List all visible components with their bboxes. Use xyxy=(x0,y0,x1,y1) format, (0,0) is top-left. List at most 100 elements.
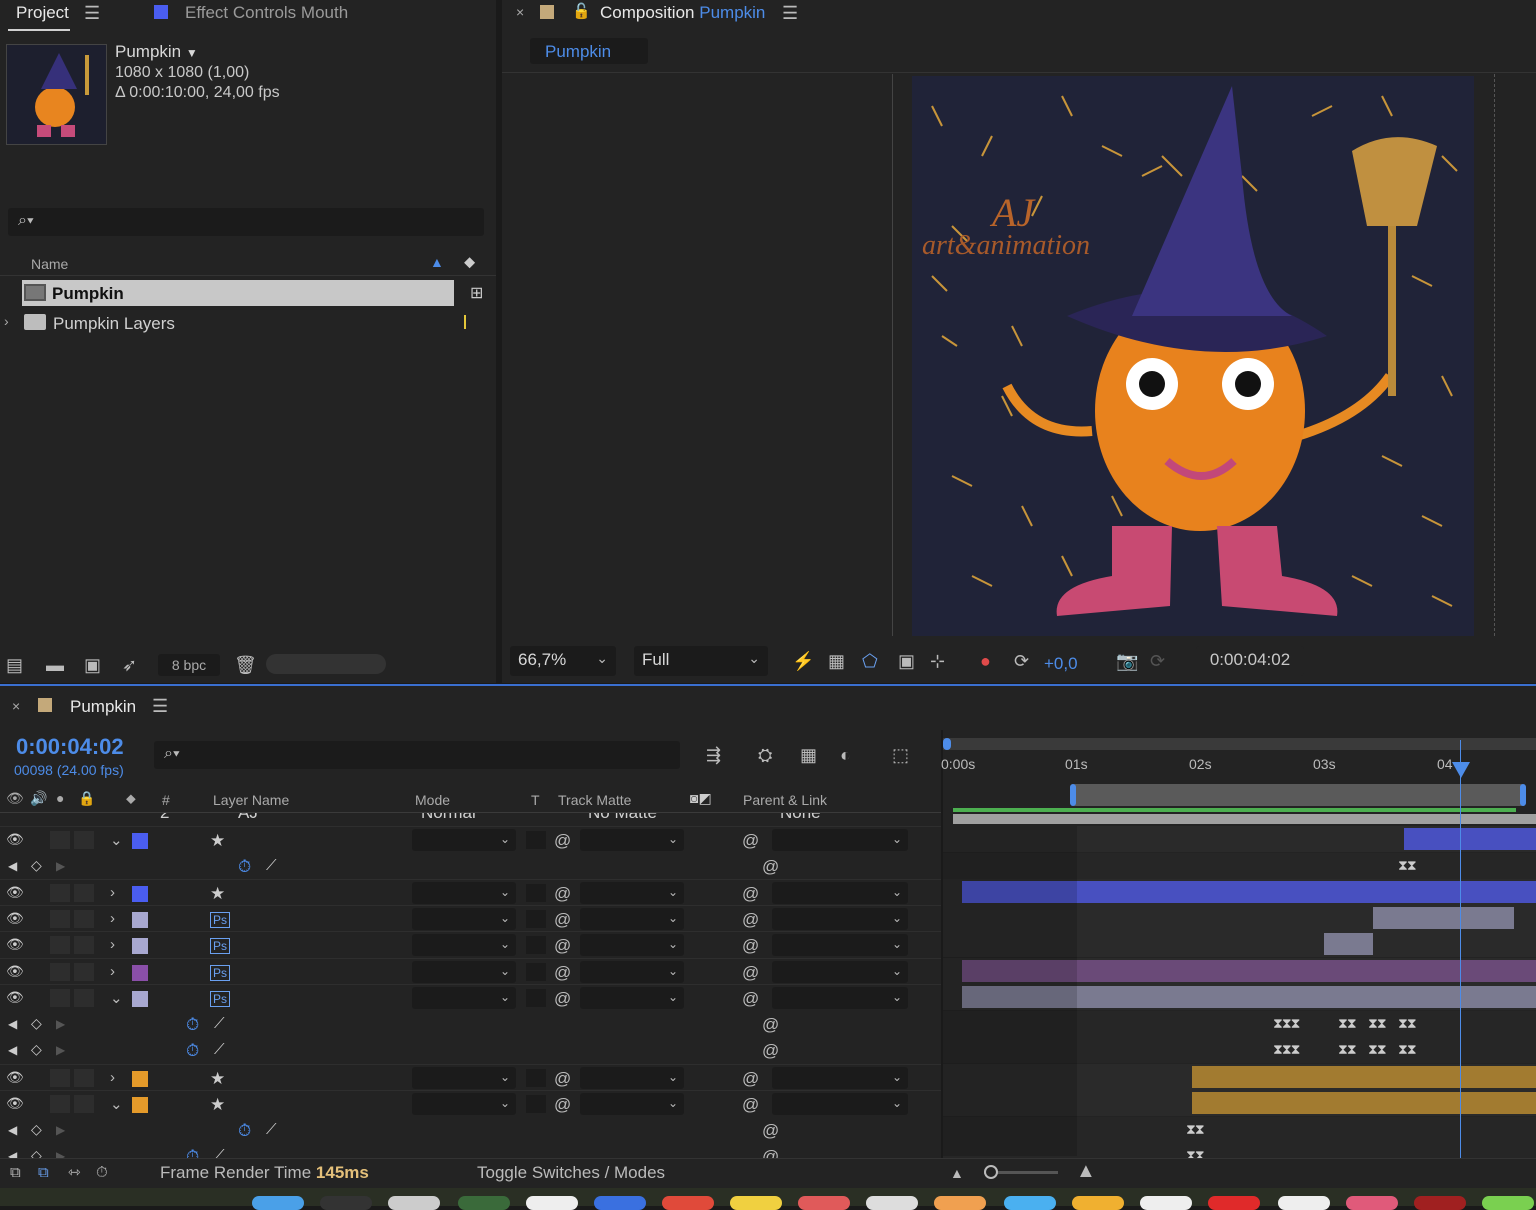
track-matte-dropdown[interactable]: ⌄ xyxy=(580,987,684,1009)
keyframe-marker[interactable]: ⧗⧗⧗ xyxy=(1273,1015,1301,1032)
label-column-icon[interactable]: ⬥ xyxy=(126,790,136,807)
project-item-pumpkin-layers[interactable]: › Pumpkin Layers xyxy=(0,310,466,336)
dock-app-icon[interactable] xyxy=(252,1196,304,1210)
comp-subtab[interactable]: Pumpkin xyxy=(530,38,648,64)
render-time-icon[interactable]: ⏱ xyxy=(96,1164,108,1182)
chevron-right-icon[interactable]: › xyxy=(110,936,115,953)
label-color-swatch[interactable] xyxy=(132,938,148,954)
work-area-bar[interactable] xyxy=(1070,784,1526,806)
project-search-input[interactable]: ⌕▾ xyxy=(8,208,484,236)
track-matte-dropdown[interactable]: ⌄ xyxy=(580,882,684,904)
layer-switches-icon[interactable]: ⧉ xyxy=(10,1164,21,1182)
close-icon[interactable]: × xyxy=(516,4,524,20)
parent-dropdown[interactable]: ⌄ xyxy=(772,961,908,983)
column-num[interactable]: # xyxy=(162,792,170,808)
chevron-right-icon[interactable]: › xyxy=(110,1069,115,1086)
graph-icon[interactable]: ⟋ xyxy=(214,1041,225,1058)
chevron-right-icon[interactable]: › xyxy=(110,910,115,927)
keyframe-marker[interactable]: ⧗⧗ xyxy=(1398,857,1417,874)
parent-dropdown[interactable]: ⌄ xyxy=(772,934,908,956)
visibility-eye-icon[interactable]: 👁 xyxy=(6,831,24,848)
keyframe-marker[interactable]: ⧗⧗⧗ xyxy=(1273,1041,1301,1058)
solo-box[interactable] xyxy=(50,884,70,902)
add-keyframe-icon[interactable]: ◇ xyxy=(31,857,42,874)
dock-app-icon[interactable] xyxy=(388,1196,440,1210)
color-management-icon[interactable]: ⟳ xyxy=(1014,652,1029,670)
t-checkbox[interactable] xyxy=(526,1069,546,1087)
layer-row[interactable]: 👁 ⌄ Ps ⌄ @ ⌄ @ ⌄ xyxy=(0,984,941,1010)
in-out-icon[interactable]: ⇿ xyxy=(68,1164,81,1182)
dock-app-icon[interactable] xyxy=(1482,1196,1534,1210)
parent-pickwhip-icon[interactable]: @ xyxy=(742,1069,759,1089)
chevron-down-icon[interactable]: ⌄ xyxy=(110,831,123,849)
visibility-eye-icon[interactable]: 👁 xyxy=(6,1095,24,1112)
parent-dropdown[interactable]: ⌄ xyxy=(772,1093,908,1115)
comp-timecode[interactable]: 0:00:04:02 xyxy=(1196,646,1304,676)
audio-speaker-icon[interactable]: 🔊 xyxy=(30,790,47,807)
dock-app-icon[interactable] xyxy=(1414,1196,1466,1210)
mode-dropdown[interactable]: ⌄ xyxy=(412,882,516,904)
property-row[interactable]: ◀ ◇ ▶ ⏱ ⟋ @ xyxy=(0,1117,941,1143)
project-panel-menu-icon[interactable]: ☰ xyxy=(84,3,100,24)
matte-toggle-icon[interactable]: ◙◩ xyxy=(690,790,712,807)
grid-guides-icon[interactable]: ⊹ xyxy=(930,652,945,670)
sort-ascending-icon[interactable]: ▲ xyxy=(430,254,444,270)
layer-row[interactable]: 👁 ⌄ ★ ⌄ @ ⌄ @ ⌄ xyxy=(0,826,941,852)
frame-blending-icon[interactable]: ▦ xyxy=(800,746,817,764)
label-color-swatch[interactable] xyxy=(132,1097,148,1113)
layer-duration-bar[interactable] xyxy=(1373,907,1515,929)
dock-app-icon[interactable] xyxy=(1278,1196,1330,1210)
comp-viewer[interactable]: AJ art&animation xyxy=(502,74,1536,636)
close-icon[interactable]: × xyxy=(12,698,20,714)
render-queue-icon[interactable]: ➶ xyxy=(122,656,137,674)
solo-box[interactable] xyxy=(50,936,70,954)
tab-timeline-pumpkin[interactable]: Pumpkin xyxy=(70,697,136,717)
track-matte-dropdown[interactable]: ⌄ xyxy=(580,934,684,956)
property-row[interactable]: ◀ ◇ ▶ ⏱ ⟋ @ xyxy=(0,853,941,879)
stopwatch-icon[interactable]: ⏱ xyxy=(238,857,251,877)
visibility-eye-icon[interactable]: 👁 xyxy=(6,989,24,1006)
parent-pickwhip-icon[interactable]: @ xyxy=(742,936,759,956)
prev-keyframe-icon[interactable]: ◀ xyxy=(8,1043,17,1057)
layer-row[interactable]: 👁 › ★ ⌄ @ ⌄ @ ⌄ xyxy=(0,879,941,905)
timeline-search-input[interactable]: ⌕▾ xyxy=(154,741,680,769)
mode-dropdown[interactable]: ⌄ xyxy=(412,987,516,1009)
stopwatch-icon[interactable]: ⏱ xyxy=(186,1041,199,1061)
next-keyframe-icon[interactable]: ▶ xyxy=(56,1043,65,1057)
exposure-value[interactable]: +0,0 xyxy=(1044,654,1078,674)
dock-app-icon[interactable] xyxy=(1208,1196,1260,1210)
snapshot-camera-icon[interactable]: 📷 xyxy=(1116,652,1138,670)
column-name[interactable]: Name xyxy=(31,256,68,272)
t-checkbox[interactable] xyxy=(526,963,546,981)
label-color-swatch[interactable] xyxy=(132,912,148,928)
t-checkbox[interactable] xyxy=(526,884,546,902)
prev-keyframe-icon[interactable]: ◀ xyxy=(8,1017,17,1031)
expression-pickwhip-icon[interactable]: @ xyxy=(762,1041,779,1061)
column-mode[interactable]: Mode xyxy=(415,792,450,808)
label-color-swatch[interactable] xyxy=(132,1071,148,1087)
graph-icon[interactable]: ⟋ xyxy=(214,1015,225,1032)
mode-dropdown[interactable]: ⌄ xyxy=(412,961,516,983)
parent-dropdown[interactable]: ⌄ xyxy=(772,908,908,930)
matte-pickwhip-icon[interactable]: @ xyxy=(554,1069,571,1089)
visibility-eye-icon[interactable]: 👁 xyxy=(6,963,24,980)
bpc-button[interactable]: 8 bpc xyxy=(158,654,220,676)
video-eye-icon[interactable]: 👁 xyxy=(6,790,24,807)
add-keyframe-icon[interactable]: ◇ xyxy=(31,1041,42,1058)
parent-pickwhip-icon[interactable]: @ xyxy=(742,1095,759,1115)
matte-pickwhip-icon[interactable]: @ xyxy=(554,831,571,851)
layer-row[interactable]: 👁 ⌄ ★ ⌄ @ ⌄ @ ⌄ xyxy=(0,1090,941,1116)
layer-row[interactable]: 👁 › Ps ⌄ @ ⌄ @ ⌄ xyxy=(0,958,941,984)
mode-dropdown[interactable]: ⌄ xyxy=(412,1093,516,1115)
dock-app-icon[interactable] xyxy=(1072,1196,1124,1210)
lock-box[interactable] xyxy=(74,831,94,849)
dock-app-icon[interactable] xyxy=(934,1196,986,1210)
new-composition-icon[interactable]: ▣ xyxy=(84,656,101,674)
parent-dropdown[interactable]: ⌄ xyxy=(772,1067,908,1089)
dock-app-icon[interactable] xyxy=(798,1196,850,1210)
dock-app-icon[interactable] xyxy=(320,1196,372,1210)
mask-visibility-icon[interactable]: ⬠ xyxy=(862,652,878,670)
prev-keyframe-icon[interactable]: ◀ xyxy=(8,859,17,873)
parent-pickwhip-icon[interactable]: @ xyxy=(742,963,759,983)
track-matte-dropdown[interactable]: ⌄ xyxy=(580,1093,684,1115)
